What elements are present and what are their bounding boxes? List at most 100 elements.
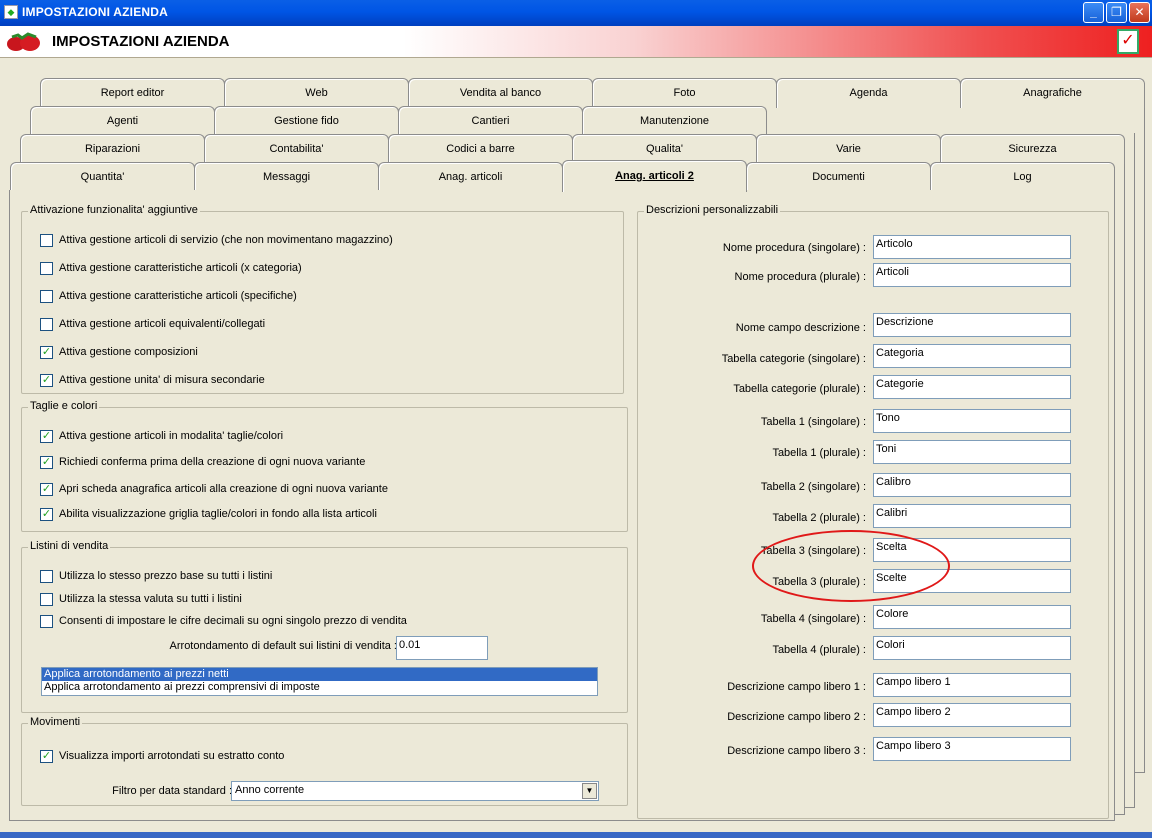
field-label: Tabella 1 (plurale) : [772, 447, 866, 459]
checkbox[interactable] [40, 614, 53, 628]
checkbox-label: Richiedi conferma prima della creazione … [59, 456, 366, 468]
field-label: Descrizione campo libero 3 : [727, 745, 866, 757]
nome-procedura-plurale-input[interactable]: Articoli [873, 263, 1071, 287]
tabella-1-plurale-input[interactable]: Toni [873, 440, 1071, 464]
checkbox[interactable] [40, 569, 53, 583]
field-label: Nome procedura (plurale) : [734, 271, 866, 283]
campo-libero-3-input[interactable]: Campo libero 3 [873, 737, 1071, 761]
tab-vendita-al-banco[interactable]: Vendita al banco [408, 78, 593, 108]
checkbox-row[interactable]: Attiva gestione articoli di servizio (ch… [40, 233, 393, 247]
checkbox[interactable] [40, 289, 53, 303]
tab-agenti[interactable]: Agenti [30, 106, 215, 136]
tab-riparazioni[interactable]: Riparazioni [20, 134, 205, 164]
tab-manutenzione[interactable]: Manutenzione [582, 106, 767, 136]
arrotondamento-listbox[interactable]: Applica arrotondamento ai prezzi netti A… [41, 667, 598, 696]
field-label: Descrizione campo libero 2 : [727, 711, 866, 723]
checkbox[interactable] [40, 317, 53, 331]
filtro-data-select[interactable]: Anno corrente ▼ [231, 781, 599, 801]
field-label: Tabella 2 (singolare) : [760, 481, 866, 493]
checkbox-row[interactable]: Attiva gestione caratteristiche articoli… [40, 289, 297, 303]
campo-libero-1-input[interactable]: Campo libero 1 [873, 673, 1071, 697]
checkbox-label: Visualizza importi arrotondati su estrat… [59, 750, 285, 762]
checkbox[interactable]: ✓ [40, 429, 53, 443]
tabella-4-plurale-input[interactable]: Colori [873, 636, 1071, 660]
checkbox[interactable]: ✓ [40, 373, 53, 387]
tab-documenti[interactable]: Documenti [746, 162, 931, 192]
tabella-1-singolare-input[interactable]: Tono [873, 409, 1071, 433]
tab-varie[interactable]: Varie [756, 134, 941, 164]
tab-quantita[interactable]: Quantita' [10, 162, 195, 192]
tab-foto[interactable]: Foto [592, 78, 777, 108]
chevron-down-icon[interactable]: ▼ [582, 783, 597, 799]
tab-cantieri[interactable]: Cantieri [398, 106, 583, 136]
tab-panel: Attivazione funzionalita' aggiuntive Att… [9, 190, 1115, 821]
checkbox-row[interactable]: Attiva gestione articoli equivalenti/col… [40, 317, 265, 331]
checkbox-row[interactable]: Utilizza lo stesso prezzo base su tutti … [40, 569, 272, 583]
tab-sicurezza[interactable]: Sicurezza [940, 134, 1125, 164]
tab-anag-articoli[interactable]: Anag. articoli [378, 162, 563, 192]
checkbox-row[interactable]: ✓ Abilita visualizzazione griglia taglie/… [40, 507, 377, 521]
checkbox-row[interactable]: ✓ Apri scheda anagrafica articoli alla cr… [40, 482, 388, 496]
checkbox-row[interactable]: ✓ Attiva gestione unita' di misura second… [40, 373, 265, 387]
nome-procedura-singolare-input[interactable]: Articolo [873, 235, 1071, 259]
nome-campo-descrizione-input[interactable]: Descrizione [873, 313, 1071, 337]
minimize-button[interactable]: _ [1083, 2, 1104, 23]
checkbox[interactable] [40, 592, 53, 606]
group-listini-label: Listini di vendita [28, 540, 111, 552]
header-banner: IMPOSTAZIONI AZIENDA ✓ [0, 26, 1152, 58]
tabella-2-plurale-input[interactable]: Calibri [873, 504, 1071, 528]
checkbox-label: Attiva gestione composizioni [59, 346, 198, 358]
checkbox-row[interactable]: Utilizza la stessa valuta su tutti i lis… [40, 592, 242, 606]
tabella-2-singolare-input[interactable]: Calibro [873, 473, 1071, 497]
checkbox-row[interactable]: ✓ Richiedi conferma prima della creazione… [40, 455, 365, 469]
field-label: Tabella categorie (singolare) : [721, 353, 866, 365]
checkbox-label: Attiva gestione caratteristiche articoli… [59, 262, 302, 274]
field-label: Tabella 2 (plurale) : [772, 512, 866, 524]
checkbox-row[interactable]: ✓ Visualizza importi arrotondati su estra… [40, 749, 284, 763]
checkbox-label: Attiva gestione articoli in modalita' ta… [59, 430, 284, 442]
tab-codici-a-barre[interactable]: Codici a barre [388, 134, 573, 164]
tab-messaggi[interactable]: Messaggi [194, 162, 379, 192]
tabella-3-plurale-input[interactable]: Scelte [873, 569, 1071, 593]
tabella-4-singolare-input[interactable]: Colore [873, 605, 1071, 629]
filtro-label: Filtro per data standard : [112, 785, 232, 797]
checkbox-label: Attiva gestione articoli equivalenti/col… [59, 318, 266, 330]
field-label: Tabella categorie (plurale) : [733, 383, 866, 395]
close-button[interactable]: ✕ [1129, 2, 1150, 23]
checkbox[interactable]: ✓ [40, 345, 53, 359]
restore-button[interactable]: ❐ [1106, 2, 1127, 23]
tab-anagrafiche[interactable]: Anagrafiche [960, 78, 1145, 108]
banner-title: IMPOSTAZIONI AZIENDA [52, 33, 230, 50]
checkbox[interactable]: ✓ [40, 455, 53, 469]
checkbox[interactable]: ✓ [40, 482, 53, 496]
tabella-categorie-singolare-input[interactable]: Categoria [873, 344, 1071, 368]
tab-anag-articoli-2[interactable]: Anag. articoli 2 [562, 160, 747, 192]
window-title: IMPOSTAZIONI AZIENDA [22, 5, 168, 19]
campo-libero-2-input[interactable]: Campo libero 2 [873, 703, 1071, 727]
checkbox-row[interactable]: Attiva gestione caratteristiche articoli… [40, 261, 302, 275]
tab-gestione-fido[interactable]: Gestione fido [214, 106, 399, 136]
confirm-check-icon[interactable]: ✓ [1117, 29, 1139, 54]
group-attivazione: Attivazione funzionalita' aggiuntive Att… [21, 204, 624, 394]
checkbox[interactable] [40, 233, 53, 247]
list-item[interactable]: Applica arrotondamento ai prezzi netti [42, 668, 597, 681]
title-bar: ◆ IMPOSTAZIONI AZIENDA _ ❐ ✕ [0, 0, 1152, 26]
checkbox[interactable]: ✓ [40, 507, 53, 521]
tabella-categorie-plurale-input[interactable]: Categorie [873, 375, 1071, 399]
checkbox-label: Abilita visualizzazione griglia taglie/c… [59, 508, 377, 520]
tab-agenda[interactable]: Agenda [776, 78, 961, 108]
tab-contabilita[interactable]: Contabilita' [204, 134, 389, 164]
group-taglie-colori: Taglie e colori ✓ Attiva gestione articol… [21, 400, 628, 532]
tab-log[interactable]: Log [930, 162, 1115, 192]
checkbox-row[interactable]: Consenti di impostare le cifre decimali … [40, 614, 407, 628]
tab-web[interactable]: Web [224, 78, 409, 108]
tabella-3-singolare-input[interactable]: Scelta [873, 538, 1071, 562]
checkbox-row[interactable]: ✓ Attiva gestione composizioni [40, 345, 198, 359]
checkbox[interactable]: ✓ [40, 749, 53, 763]
tab-report-editor[interactable]: Report editor [40, 78, 225, 108]
list-item[interactable]: Applica arrotondamento ai prezzi compren… [42, 681, 597, 694]
arrotondamento-input[interactable]: 0.01 [396, 636, 488, 660]
checkbox[interactable] [40, 261, 53, 275]
checkbox-row[interactable]: ✓ Attiva gestione articoli in modalita' t… [40, 429, 283, 443]
field-label: Tabella 4 (singolare) : [760, 613, 866, 625]
